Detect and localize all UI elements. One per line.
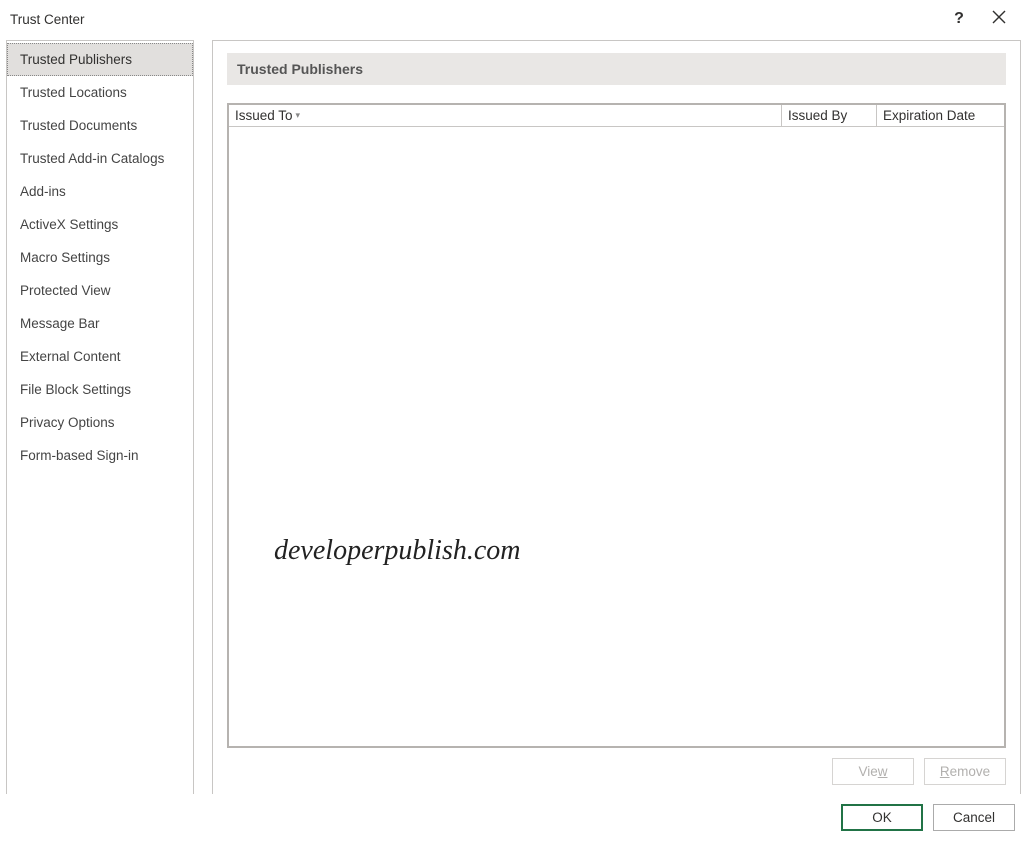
column-label: Expiration Date bbox=[883, 108, 975, 123]
sidebar-item-label: Privacy Options bbox=[20, 415, 115, 430]
view-button: View bbox=[832, 758, 914, 785]
sidebar-item-trusted-publishers[interactable]: Trusted Publishers bbox=[7, 43, 193, 76]
dialog-buttons: OK Cancel bbox=[0, 794, 1031, 847]
sidebar-item-label: Add-ins bbox=[20, 184, 66, 199]
sidebar-item-label: External Content bbox=[20, 349, 121, 364]
sidebar-item-form-based-signin[interactable]: Form-based Sign-in bbox=[7, 439, 193, 472]
sidebar-item-trusted-addin-catalogs[interactable]: Trusted Add-in Catalogs bbox=[7, 142, 193, 175]
sidebar-item-label: File Block Settings bbox=[20, 382, 131, 397]
table-header: Issued To ▾ Issued By Expiration Date bbox=[229, 105, 1004, 127]
ok-button[interactable]: OK bbox=[841, 804, 923, 831]
sidebar-item-label: Trusted Publishers bbox=[20, 52, 132, 67]
column-expiration-date[interactable]: Expiration Date bbox=[876, 105, 1004, 126]
sidebar-item-label: Protected View bbox=[20, 283, 111, 298]
column-label: Issued By bbox=[788, 108, 847, 123]
sidebar: Trusted Publishers Trusted Locations Tru… bbox=[6, 40, 194, 794]
column-issued-to[interactable]: Issued To ▾ bbox=[229, 105, 781, 126]
sidebar-item-external-content[interactable]: External Content bbox=[7, 340, 193, 373]
cancel-button[interactable]: Cancel bbox=[933, 804, 1015, 831]
sidebar-item-activex-settings[interactable]: ActiveX Settings bbox=[7, 208, 193, 241]
publishers-table: Issued To ▾ Issued By Expiration Date de… bbox=[227, 103, 1006, 748]
sidebar-item-label: Form-based Sign-in bbox=[20, 448, 139, 463]
column-label: Issued To bbox=[235, 108, 293, 123]
sidebar-item-protected-view[interactable]: Protected View bbox=[7, 274, 193, 307]
sidebar-item-privacy-options[interactable]: Privacy Options bbox=[7, 406, 193, 439]
content-pane: Trusted Publishers Issued To ▾ Issued By… bbox=[212, 40, 1021, 794]
table-body: developerpublish.com bbox=[229, 127, 1004, 746]
sidebar-item-message-bar[interactable]: Message Bar bbox=[7, 307, 193, 340]
sidebar-item-label: Trusted Locations bbox=[20, 85, 127, 100]
help-icon[interactable]: ? bbox=[939, 10, 979, 28]
content-buttons: View Remove bbox=[227, 748, 1006, 785]
sidebar-item-macro-settings[interactable]: Macro Settings bbox=[7, 241, 193, 274]
sidebar-item-label: Trusted Add-in Catalogs bbox=[20, 151, 164, 166]
sidebar-item-addins[interactable]: Add-ins bbox=[7, 175, 193, 208]
titlebar: Trust Center ? bbox=[0, 0, 1031, 36]
sidebar-item-trusted-locations[interactable]: Trusted Locations bbox=[7, 76, 193, 109]
sidebar-item-file-block-settings[interactable]: File Block Settings bbox=[7, 373, 193, 406]
column-issued-by[interactable]: Issued By bbox=[781, 105, 876, 126]
close-icon[interactable] bbox=[979, 10, 1019, 29]
sidebar-item-trusted-documents[interactable]: Trusted Documents bbox=[7, 109, 193, 142]
main-area: Trusted Publishers Trusted Locations Tru… bbox=[0, 36, 1031, 794]
sidebar-item-label: Trusted Documents bbox=[20, 118, 137, 133]
remove-button: Remove bbox=[924, 758, 1006, 785]
sidebar-item-label: ActiveX Settings bbox=[20, 217, 118, 232]
sort-descending-icon: ▾ bbox=[296, 111, 301, 120]
section-header: Trusted Publishers bbox=[227, 53, 1006, 85]
window-title: Trust Center bbox=[10, 12, 939, 27]
sidebar-item-label: Message Bar bbox=[20, 316, 100, 331]
sidebar-item-label: Macro Settings bbox=[20, 250, 110, 265]
watermark-text: developerpublish.com bbox=[274, 535, 521, 567]
